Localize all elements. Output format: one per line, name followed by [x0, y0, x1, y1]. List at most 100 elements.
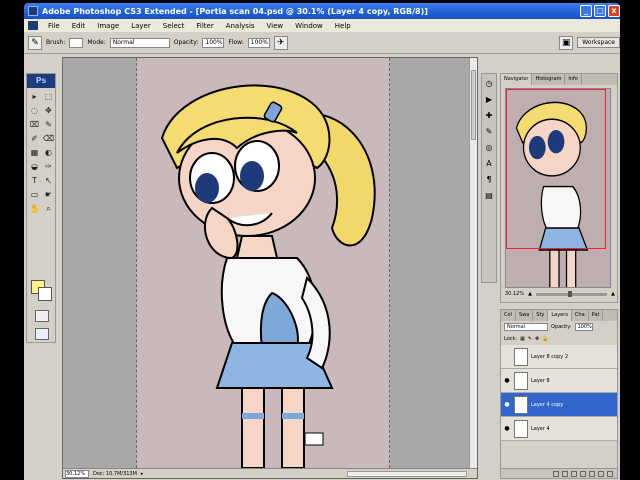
toolbox-ps-badge[interactable]: Ps — [27, 74, 55, 88]
maximize-button[interactable]: □ — [594, 5, 606, 17]
navigator-zoom-value[interactable]: 30.12% — [505, 291, 524, 297]
lock-transparency-icon[interactable]: ▦ — [520, 336, 525, 342]
menu-window[interactable]: Window — [289, 22, 329, 30]
tab-navigator[interactable]: Navigator — [501, 74, 533, 85]
lock-all-icon[interactable]: 🔒 — [542, 336, 548, 342]
tab-styles[interactable]: Sty — [533, 310, 549, 321]
path-select-tool-icon[interactable]: ↖ — [42, 174, 55, 187]
tab-info[interactable]: Info — [565, 74, 582, 85]
menu-select[interactable]: Select — [157, 22, 191, 30]
stamp-tool-icon[interactable]: ✐ — [28, 132, 41, 145]
minimize-button[interactable]: _ — [580, 5, 592, 17]
status-arrow-icon[interactable]: ▸ — [141, 471, 144, 477]
artwork-left-pupil — [195, 173, 219, 203]
new-layer-icon[interactable] — [598, 470, 604, 477]
tab-color[interactable]: Col — [501, 310, 516, 321]
new-group-icon[interactable] — [589, 470, 595, 477]
visibility-eye-icon[interactable]: ● — [503, 377, 511, 385]
layer-thumbnail — [514, 395, 528, 414]
navigator-view-box[interactable] — [506, 89, 606, 249]
layer-row[interactable]: Layer 8 copy 2 — [501, 345, 617, 369]
clone-source-icon[interactable]: ◎ — [483, 142, 495, 154]
layer-style-icon[interactable] — [562, 470, 568, 477]
quick-mask-button[interactable] — [35, 310, 49, 322]
visibility-eye-icon[interactable] — [503, 353, 511, 361]
layer-row[interactable]: ● Layer 8 — [501, 369, 617, 393]
blend-mode-select[interactable]: Normal — [504, 323, 548, 331]
menu-help[interactable]: Help — [329, 22, 357, 30]
menu-file[interactable]: File — [42, 22, 66, 30]
horizontal-scrollbar[interactable] — [347, 470, 467, 477]
navigator-zoom-row: 30.12% ▲ ▲ — [505, 290, 615, 298]
crop-tool-icon[interactable]: ⌧ — [28, 118, 41, 131]
eraser-tool-icon[interactable]: ⌫ — [42, 132, 55, 145]
dodge-tool-icon[interactable]: ◒ — [28, 160, 41, 173]
mode-select[interactable]: Normal — [109, 37, 170, 48]
marquee-tool-icon[interactable]: ⬚ — [42, 90, 55, 103]
lock-pixels-icon[interactable]: ✎ — [528, 336, 532, 342]
history-icon[interactable]: ◷ — [483, 78, 495, 90]
palette-well-icon[interactable]: ▣ — [559, 35, 574, 50]
menu-edit[interactable]: Edit — [66, 22, 92, 30]
actions-icon[interactable]: ▶ — [483, 94, 495, 106]
brush-tool-preset-icon[interactable]: ✎ — [28, 35, 42, 50]
pen-tool-icon[interactable]: ✑ — [42, 160, 55, 173]
workspace-button[interactable]: Workspace — [577, 37, 620, 48]
adjustment-layer-icon[interactable] — [580, 470, 586, 477]
blur-tool-icon[interactable]: ◐ — [42, 146, 55, 159]
menu-view[interactable]: View — [261, 22, 290, 30]
delete-layer-icon[interactable] — [607, 470, 613, 477]
layer-row-selected[interactable]: ● Layer 4 copy — [501, 393, 617, 417]
tab-swatches[interactable]: Swa — [516, 310, 534, 321]
layer-opacity-field[interactable]: 100% — [574, 323, 593, 331]
zoom-out-icon[interactable]: ▲ — [528, 291, 532, 297]
menu-image[interactable]: Image — [91, 22, 125, 30]
gradient-tool-icon[interactable]: ▦ — [28, 146, 41, 159]
visibility-eye-icon[interactable]: ● — [503, 401, 511, 409]
menu-filter[interactable]: Filter — [190, 22, 219, 30]
ps-menu-icon[interactable] — [28, 21, 38, 30]
menu-layer[interactable]: Layer — [125, 22, 157, 30]
lasso-tool-icon[interactable]: ◌ — [28, 104, 41, 117]
layer-comps-icon[interactable]: ▤ — [483, 190, 495, 202]
layer-mask-icon[interactable] — [571, 470, 577, 477]
tab-layers[interactable]: Layers — [548, 310, 572, 321]
status-doc-size: Doc: 10.7M/313M — [93, 470, 137, 477]
status-zoom-field[interactable]: 30.12% — [65, 469, 89, 478]
navigator-zoom-slider[interactable] — [535, 290, 608, 297]
tab-paths[interactable]: Pat — [589, 310, 604, 321]
character-icon[interactable]: A — [483, 158, 495, 170]
canvas[interactable] — [136, 58, 390, 468]
menu-analysis[interactable]: Analysis — [220, 22, 261, 30]
navigator-thumbnail[interactable] — [505, 88, 611, 288]
brush-size-picker[interactable] — [69, 37, 84, 48]
paragraph-icon[interactable]: ¶ — [483, 174, 495, 186]
vertical-scrollbar[interactable] — [469, 58, 477, 468]
brushes-icon[interactable]: ✎ — [483, 126, 495, 138]
move-tool-icon[interactable]: ▸ — [28, 90, 41, 103]
layer-row[interactable]: ● Layer 4 — [501, 417, 617, 441]
close-button[interactable]: x — [608, 5, 620, 17]
zoom-tool-icon[interactable]: ⌕ — [42, 202, 55, 215]
zoom-slider-knob[interactable] — [567, 290, 572, 297]
flow-field[interactable]: 100% — [247, 37, 270, 48]
tab-histogram[interactable]: Histogram — [532, 74, 566, 85]
zoom-in-icon[interactable]: ▲ — [611, 291, 615, 297]
type-tool-icon[interactable]: T — [28, 174, 41, 187]
screen-mode-button[interactable] — [35, 328, 49, 340]
brush-tool-icon[interactable]: ✎ — [42, 118, 55, 131]
notes-tool-icon[interactable]: ☛ — [42, 188, 55, 201]
shape-tool-icon[interactable]: ▭ — [28, 188, 41, 201]
background-color-swatch[interactable] — [38, 287, 52, 301]
tab-channels[interactable]: Cha — [572, 310, 589, 321]
airbrush-icon[interactable]: ✈ — [273, 35, 288, 50]
vertical-scroll-thumb[interactable] — [471, 70, 476, 140]
lock-position-icon[interactable]: ✥ — [535, 336, 539, 342]
quick-select-tool-icon[interactable]: ✥ — [42, 104, 55, 117]
visibility-eye-icon[interactable]: ● — [503, 425, 511, 433]
hand-tool-icon[interactable]: ✋ — [28, 202, 41, 215]
link-layers-icon[interactable] — [553, 470, 559, 477]
tools-presets-icon[interactable]: ✚ — [483, 110, 495, 122]
opacity-field[interactable]: 100% — [202, 37, 225, 48]
layers-bottom-bar — [501, 468, 617, 478]
